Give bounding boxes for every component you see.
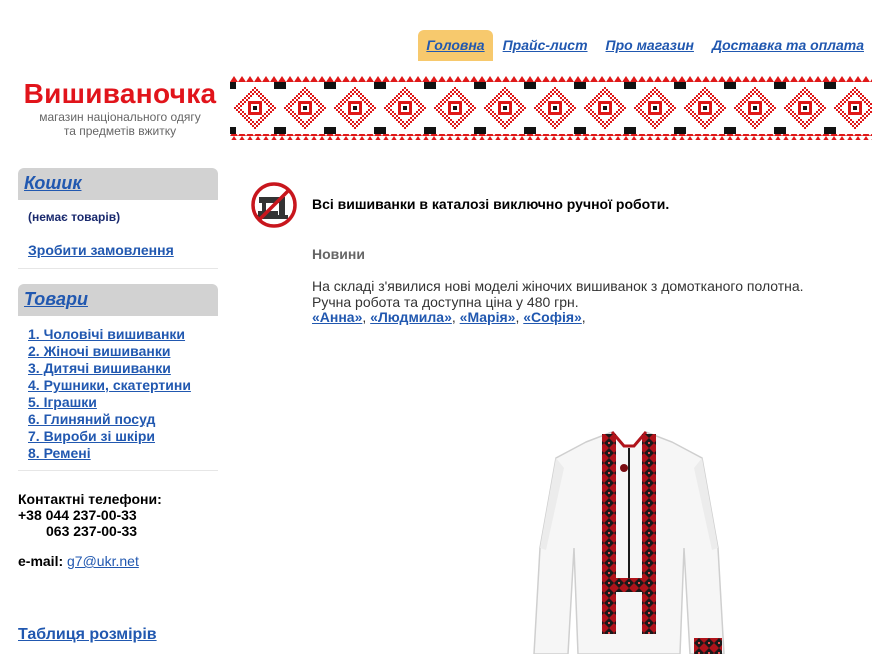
phone-primary: +38 044 237-00-33 (18, 507, 137, 523)
email-link[interactable]: g7@ukr.net (67, 553, 139, 569)
news-body: На складі з'явилися нові моделі жіночих … (312, 278, 804, 326)
cart-box-bottom (18, 264, 218, 269)
list-item: 1. Чоловічі вишиванки (28, 326, 191, 343)
email-row: e-mail: g7@ukr.net (18, 553, 139, 569)
logo-subtitle-line2: та предметів вжитку (63, 124, 177, 138)
category-link-pottery[interactable]: 6. Глиняний посуд (28, 411, 155, 427)
nav-price-list[interactable]: Прайс-лист (495, 30, 596, 54)
list-item: 6. Глиняний посуд (28, 411, 191, 428)
news-line-2: Ручна робота та доступна ціна у 480 грн. (312, 293, 579, 310)
cart-empty-text: (немає товарів) (28, 210, 121, 224)
list-item: 7. Вироби зі шкіри (28, 428, 191, 445)
category-link-toys[interactable]: 5. Іграшки (28, 394, 97, 410)
category-link-belts[interactable]: 8. Ремені (28, 445, 91, 461)
news-heading: Новини (312, 246, 365, 262)
logo-title: Вишиваночка (23, 78, 217, 109)
site-logo[interactable]: Вишиваночка магазин національного одягу … (20, 78, 220, 138)
category-link-men[interactable]: 1. Чоловічі вишиванки (28, 326, 185, 342)
no-sewing-machine-icon (251, 182, 297, 228)
model-link-lyudmyla[interactable]: «Людмила» (370, 309, 452, 325)
news-line-1: На складі з'явилися нові моделі жіночих … (312, 278, 804, 294)
list-item: 2. Жіночі вишиванки (28, 343, 191, 360)
cart-header: Кошик (18, 168, 218, 200)
category-link-women[interactable]: 2. Жіночі вишиванки (28, 343, 170, 359)
embroidered-shirt-image[interactable] (524, 428, 734, 654)
size-chart-link[interactable]: Таблиця розмірів (18, 626, 157, 644)
list-item: 5. Іграшки (28, 394, 191, 411)
cart-heading-link[interactable]: Кошик (24, 173, 82, 193)
list-item: 3. Дитячі вишиванки (28, 360, 191, 377)
nav-home[interactable]: Головна (418, 30, 493, 61)
model-link-mariia[interactable]: «Марія» (460, 309, 516, 325)
category-list: 1. Чоловічі вишиванки 2. Жіночі вишиванк… (28, 326, 191, 462)
embroidery-ornament-banner (230, 76, 872, 140)
handmade-notice: Всі вишиванки в каталозі виключно ручної… (312, 196, 670, 212)
products-heading-link[interactable]: Товари (24, 289, 88, 309)
model-link-anna[interactable]: «Анна» (312, 309, 362, 325)
products-box-bottom (18, 466, 218, 471)
list-item: 8. Ремені (28, 445, 191, 462)
top-nav: Головна Прайс-лист Про магазин Доставка … (416, 30, 872, 61)
contacts-block: Контактні телефони: +38 044 237-00-33 06… (18, 491, 162, 539)
category-link-towels[interactable]: 4. Рушники, скатертини (28, 377, 191, 393)
products-header: Товари (18, 284, 218, 316)
model-link-sofiia[interactable]: «Софія» (523, 309, 582, 325)
category-link-leather[interactable]: 7. Вироби зі шкіри (28, 428, 155, 444)
logo-subtitle-line1: магазин національного одягу (39, 110, 201, 124)
nav-about-shop[interactable]: Про магазин (598, 30, 702, 54)
category-link-children[interactable]: 3. Дитячі вишиванки (28, 360, 171, 376)
nav-delivery-payment[interactable]: Доставка та оплата (704, 30, 872, 54)
contacts-label: Контактні телефони: (18, 491, 162, 507)
make-order-link[interactable]: Зробити замовлення (28, 242, 174, 258)
phone-secondary: 063 237-00-33 (46, 523, 138, 539)
email-label: e-mail: (18, 553, 64, 569)
list-item: 4. Рушники, скатертини (28, 377, 191, 394)
news-model-links: «Анна», «Людмила», «Марія», «Софія», (312, 309, 586, 325)
